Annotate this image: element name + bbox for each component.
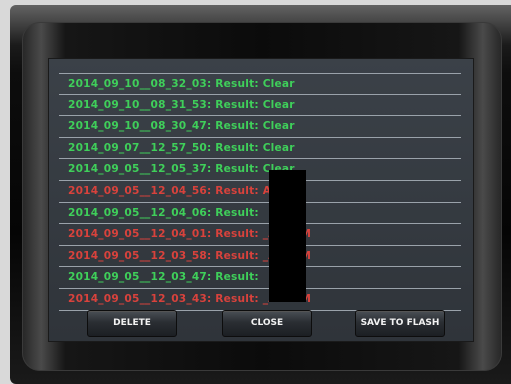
save-to-flash-button[interactable]: SAVE TO FLASH	[355, 310, 445, 337]
log-entry[interactable]: 2014_09_05__12_03_47: Result:	[59, 267, 461, 289]
close-button[interactable]: CLOSE	[222, 310, 312, 337]
log-screen: 2014_09_10__08_32_03: Result: Clear 2014_…	[48, 58, 474, 342]
delete-button[interactable]: DELETE	[87, 310, 177, 337]
log-entry[interactable]: 2014_09_10__08_31_53: Result: Clear	[59, 95, 461, 117]
log-entry[interactable]: 2014_09_05__12_04_01: Result: _ALARM	[59, 224, 461, 246]
log-entry[interactable]: 2014_09_05__12_03_58: Result: _ALARM	[59, 246, 461, 268]
log-entry[interactable]: 2014_09_05__12_03_43: Result: _ALARM	[59, 289, 461, 311]
log-entry[interactable]: 2014_09_10__08_32_03: Result: Clear	[59, 73, 461, 95]
log-entry[interactable]: 2014_09_10__08_30_47: Result: Clear	[59, 116, 461, 138]
log-entry[interactable]: 2014_09_05__12_04_06: Result:	[59, 203, 461, 225]
redaction-block	[269, 170, 306, 302]
log-entry[interactable]: 2014_09_05__12_05_37: Result: Clear	[59, 159, 461, 181]
log-entry[interactable]: 2014_09_07__12_57_50: Result: Clear	[59, 138, 461, 160]
log-list[interactable]: 2014_09_10__08_32_03: Result: Clear 2014_…	[59, 73, 461, 311]
log-entry[interactable]: 2014_09_05__12_04_56: Result: ALARM	[59, 181, 461, 203]
